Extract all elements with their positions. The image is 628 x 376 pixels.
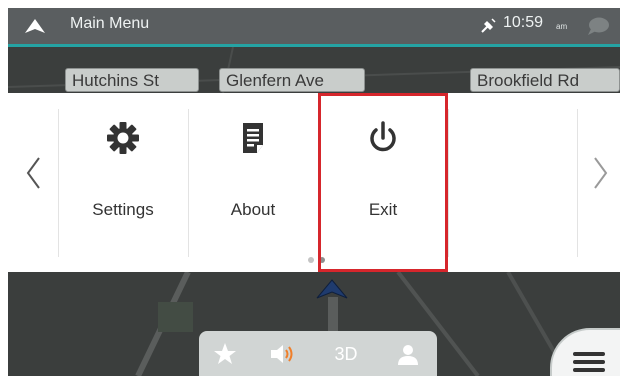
page-title: Main Menu [70, 15, 150, 32]
divider [448, 109, 449, 257]
navigation-arrow-icon[interactable] [24, 18, 46, 34]
hamburger-icon [573, 352, 605, 372]
chevron-right-icon[interactable] [590, 155, 610, 191]
street-label-brookfield: Brookfield Rd [470, 68, 620, 92]
gear-icon [107, 122, 139, 154]
star-icon[interactable] [213, 342, 237, 366]
menu-item-label: About [230, 200, 276, 219]
street-label-hutchins: Hutchins St [65, 68, 199, 92]
bottom-toolbar: 3D [199, 331, 437, 376]
topbar-accent-line [8, 44, 620, 47]
street-label-glenfern: Glenfern Ave [219, 68, 365, 92]
view-mode-button[interactable]: 3D [331, 342, 361, 366]
menu-item-about[interactable]: About [188, 93, 318, 272]
clock-ampm: am [556, 22, 568, 31]
page-indicator-dot [308, 257, 314, 263]
main-menu-panel: Settings About Exit [8, 93, 620, 272]
chevron-left-icon[interactable] [24, 155, 44, 191]
position-marker-icon [316, 279, 348, 299]
user-icon[interactable] [396, 342, 420, 366]
divider [577, 109, 578, 257]
menu-item-label: Exit [368, 200, 398, 219]
app-frame: Hutchins St Glenfern Ave Brookfield Rd M… [8, 8, 620, 376]
document-icon [243, 123, 263, 153]
clock-time: 10:59 [503, 14, 544, 31]
page-indicator-dot-active [319, 257, 325, 263]
menu-item-label: Settings [92, 200, 154, 219]
gps-satellite-icon [481, 18, 496, 33]
volume-icon[interactable] [269, 342, 295, 366]
menu-item-exit[interactable]: Exit [318, 93, 448, 272]
top-bar: Main Menu 10:59 am [8, 8, 620, 44]
message-bubble-icon[interactable] [586, 16, 610, 36]
power-icon [370, 121, 396, 152]
menu-item-settings[interactable]: Settings [58, 93, 188, 272]
